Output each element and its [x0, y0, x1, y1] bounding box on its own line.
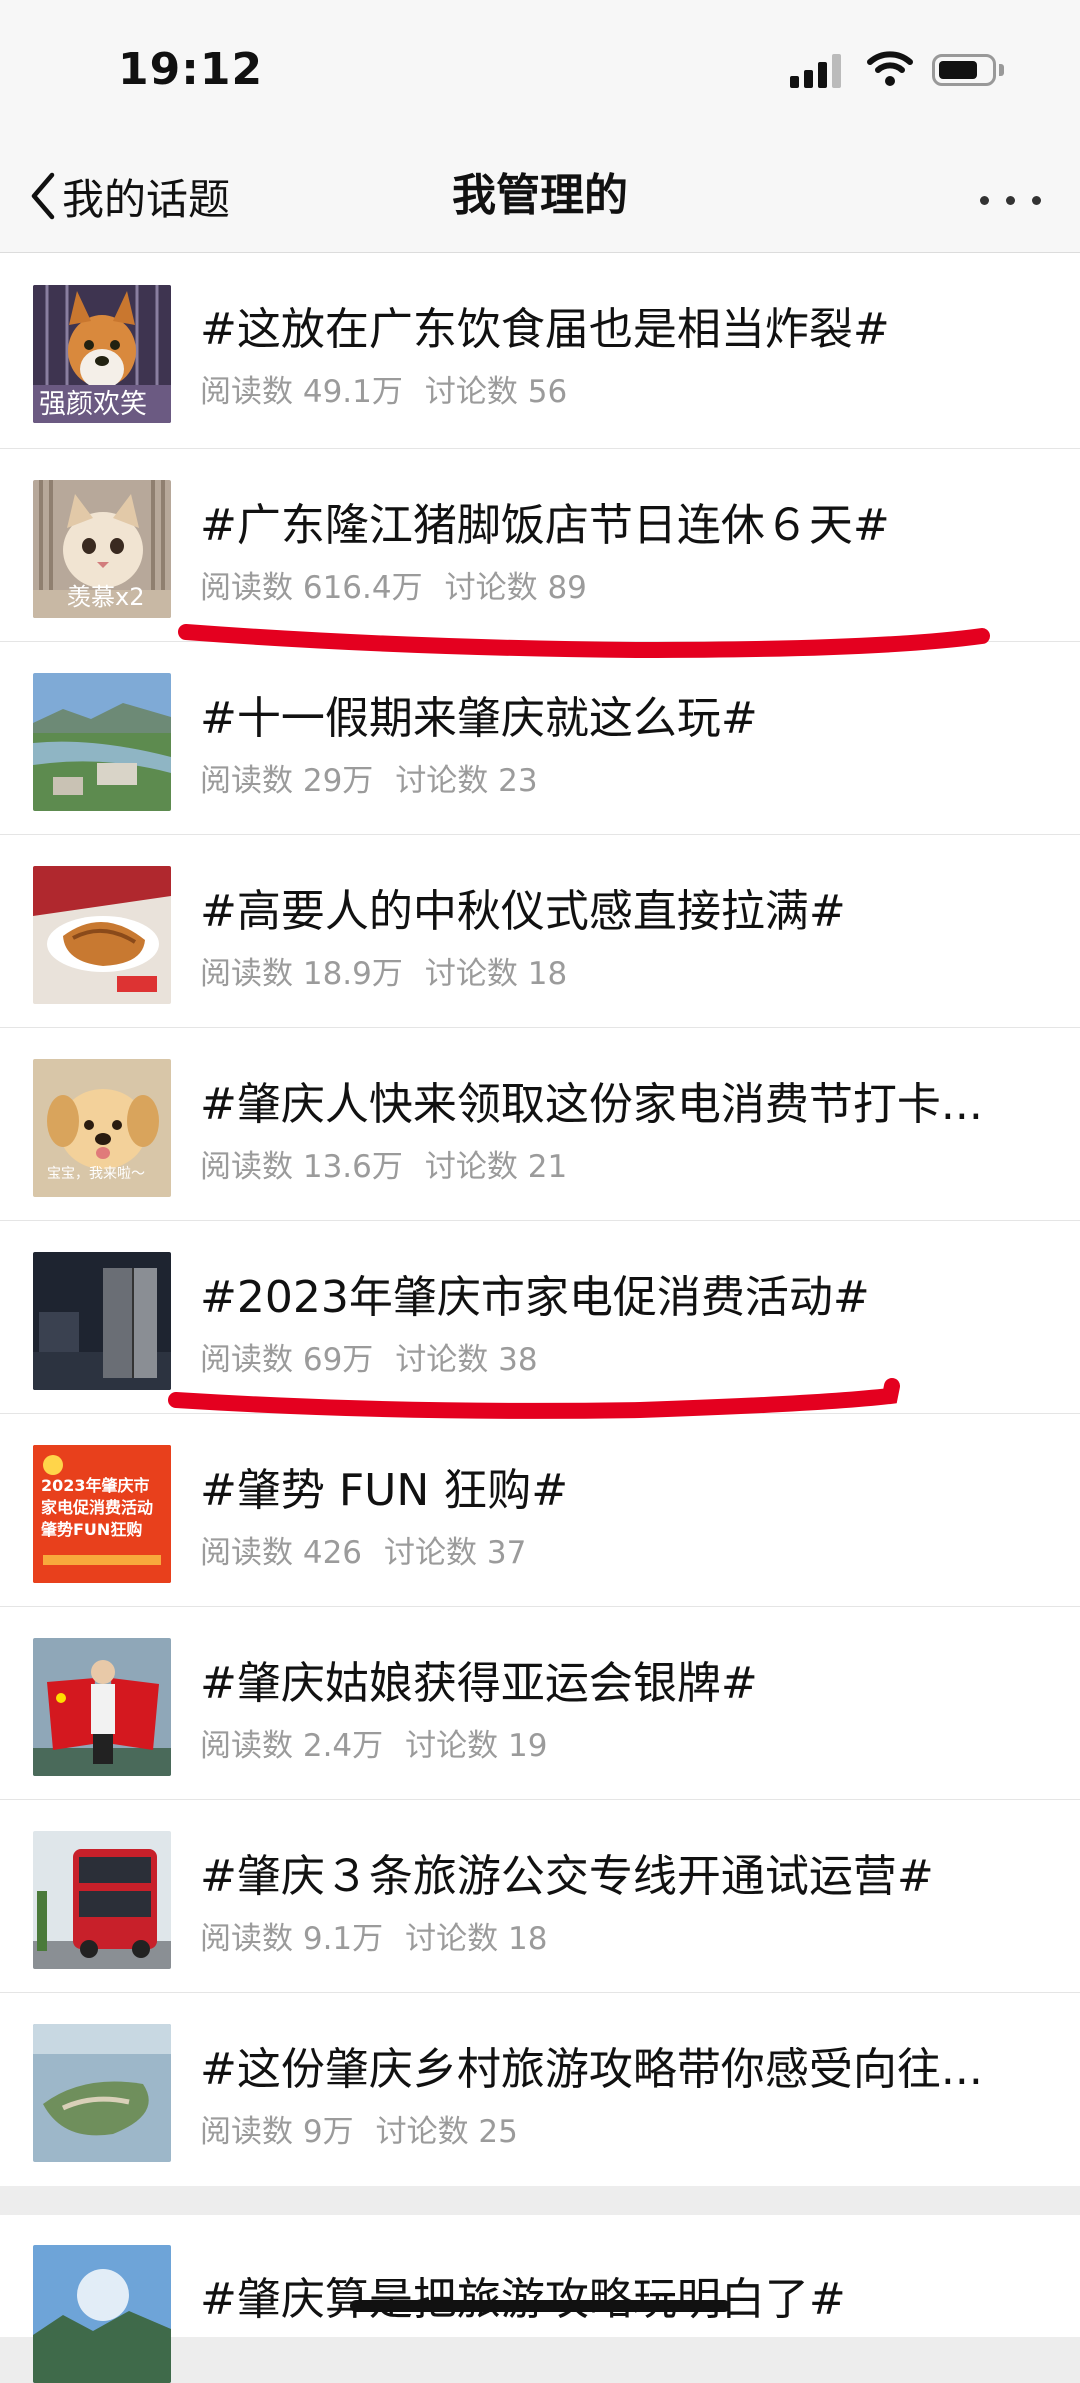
topic-item[interactable]: 宝宝，我来啦～ #肇庆人快来领取这份家电消费节打卡... 阅读数 13.6万 讨论…	[0, 1028, 1080, 1221]
topic-title: #广东隆江猪脚饭店节日连休６天#	[200, 500, 890, 551]
read-count: 阅读数 426	[200, 1535, 363, 1571]
topic-stats: 阅读数 616.4万 讨论数 89	[200, 562, 587, 607]
back-button[interactable]: 我的话题	[30, 160, 230, 232]
nav-bar: 我管理的 我的话题	[0, 140, 1080, 253]
comment-count: 讨论数 21	[424, 1149, 568, 1185]
topic-item[interactable]: #十一假期来肇庆就这么玩# 阅读数 29万 讨论数 23	[0, 642, 1080, 835]
topic-item[interactable]: 2023年肇庆市 家电促消费活动 肇势FUN狂购 #肇势 FUN 狂购# 阅读数…	[0, 1414, 1080, 1607]
read-count: 阅读数 9万	[200, 2114, 354, 2150]
topic-thumbnail	[33, 1252, 171, 1390]
topic-thumbnail: 2023年肇庆市 家电促消费活动 肇势FUN狂购	[33, 1445, 171, 1583]
topic-title: #十一假期来肇庆就这么玩#	[200, 693, 758, 744]
topic-item[interactable]: #肇庆３条旅游公交专线开通试运营# 阅读数 9.1万 讨论数 18	[0, 1800, 1080, 1993]
topic-thumbnail: 宝宝，我来啦～	[33, 1059, 171, 1197]
topic-stats: 阅读数 13.6万 讨论数 21	[200, 1141, 567, 1186]
more-options-button[interactable]	[970, 180, 1050, 220]
thumbnail-caption: 宝宝，我来啦～	[47, 1166, 145, 1182]
topic-stats: 阅读数 69万 讨论数 38	[200, 1334, 538, 1379]
topic-stats: 阅读数 29万 讨论数 23	[200, 755, 538, 800]
chevron-left-icon	[31, 172, 55, 220]
topic-title: #肇势 FUN 狂购#	[200, 1465, 569, 1516]
topic-thumbnail	[33, 1831, 171, 1969]
topic-stats: 阅读数 9万 讨论数 25	[200, 2106, 518, 2151]
topic-thumbnail	[33, 2024, 171, 2162]
topic-stats: 阅读数 18.9万 讨论数 18	[200, 948, 567, 993]
wifi-icon	[867, 51, 913, 86]
topic-title: #这放在广东饮食届也是相当炸裂#	[200, 304, 890, 355]
topic-stats: 阅读数 9.1万 讨论数 18	[200, 1913, 547, 1958]
read-count: 阅读数 69万	[200, 1342, 374, 1378]
back-label: 我的话题	[62, 174, 231, 224]
read-count: 阅读数 9.1万	[200, 1921, 384, 1957]
topic-list: 强颜欢笑 #这放在广东饮食届也是相当炸裂# 阅读数 49.1万 讨论数 56 羡慕…	[0, 253, 1080, 2186]
comment-count: 讨论数 38	[395, 1342, 538, 1378]
topic-thumbnail: 羡慕x2	[33, 480, 171, 618]
topic-item[interactable]: #2023年肇庆市家电促消费活动# 阅读数 69万 讨论数 38	[0, 1221, 1080, 1414]
read-count: 阅读数 29万	[200, 763, 374, 799]
read-count: 阅读数 13.6万	[200, 1149, 403, 1185]
status-bar: 19:12	[0, 0, 1080, 140]
thumbnail-caption: 强颜欢笑	[39, 389, 147, 420]
read-count: 阅读数 2.4万	[200, 1728, 384, 1764]
topic-thumbnail	[33, 1638, 171, 1776]
topic-thumbnail	[33, 2245, 171, 2383]
read-count: 阅读数 616.4万	[200, 570, 423, 606]
comment-count: 讨论数 37	[384, 1535, 527, 1571]
topic-stats: 阅读数 426 讨论数 37	[200, 1527, 526, 1572]
topic-item[interactable]: #这份肇庆乡村旅游攻略带你感受向往... 阅读数 9万 讨论数 25	[0, 1993, 1080, 2186]
topic-stats: 阅读数 49.1万 讨论数 56	[200, 366, 567, 411]
comment-count: 讨论数 19	[405, 1728, 548, 1764]
read-count: 阅读数 18.9万	[200, 956, 403, 992]
topic-item[interactable]: 羡慕x2 #广东隆江猪脚饭店节日连休６天# 阅读数 616.4万 讨论数 89	[0, 449, 1080, 642]
topic-thumbnail	[33, 673, 171, 811]
topic-title: #肇庆算是把旅游攻略玩明白了#	[200, 2263, 1050, 2327]
topic-title: #高要人的中秋仪式感直接拉满#	[200, 886, 846, 937]
topic-item[interactable]: #肇庆算是把旅游攻略玩明白了#	[0, 2215, 1080, 2383]
thumbnail-caption: 2023年肇庆市 家电促消费活动 肇势FUN狂购	[41, 1476, 154, 1539]
topic-title: #肇庆姑娘获得亚运会银牌#	[200, 1658, 758, 1709]
topic-item[interactable]: 强颜欢笑 #这放在广东饮食届也是相当炸裂# 阅读数 49.1万 讨论数 56	[0, 253, 1080, 449]
read-count: 阅读数 49.1万	[200, 374, 403, 410]
topic-title: #肇庆３条旅游公交专线开通试运营#	[200, 1851, 934, 1902]
topic-title: #肇庆人快来领取这份家电消费节打卡...	[200, 1079, 983, 1130]
battery-icon	[932, 54, 996, 86]
topic-item[interactable]: #肇庆姑娘获得亚运会银牌# 阅读数 2.4万 讨论数 19	[0, 1607, 1080, 1800]
comment-count: 讨论数 89	[444, 570, 587, 606]
topic-title: #这份肇庆乡村旅游攻略带你感受向往...	[200, 2044, 983, 2095]
topic-stats: 阅读数 2.4万 讨论数 19	[200, 1720, 547, 1765]
comment-count: 讨论数 23	[395, 763, 538, 799]
status-time: 19:12	[118, 44, 264, 95]
battery-tip	[999, 64, 1004, 76]
comment-count: 讨论数 56	[424, 374, 568, 410]
topic-title: #2023年肇庆市家电促消费活动#	[200, 1272, 870, 1323]
comment-count: 讨论数 18	[405, 1921, 548, 1957]
cellular-signal-icon	[790, 52, 841, 88]
comment-count: 讨论数 18	[424, 956, 568, 992]
comment-count: 讨论数 25	[375, 2114, 518, 2150]
battery-level	[939, 61, 977, 79]
home-indicator[interactable]	[350, 2300, 730, 2312]
topic-item[interactable]: #高要人的中秋仪式感直接拉满# 阅读数 18.9万 讨论数 18	[0, 835, 1080, 1028]
topic-thumbnail	[33, 866, 171, 1004]
topic-thumbnail: 强颜欢笑	[33, 285, 171, 423]
thumbnail-caption: 羡慕x2	[67, 583, 145, 611]
